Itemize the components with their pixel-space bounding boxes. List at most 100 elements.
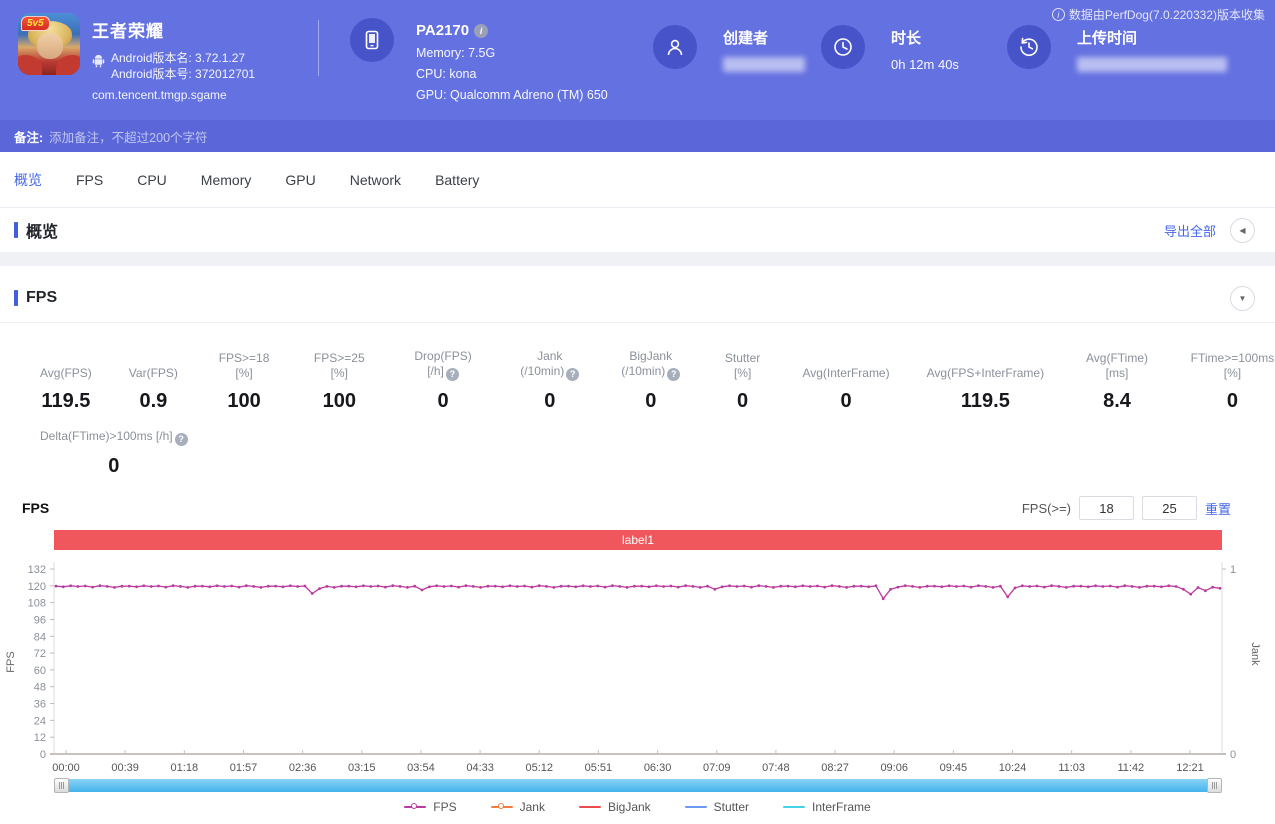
scrollbar-left-handle[interactable] bbox=[54, 778, 69, 793]
question-icon[interactable]: ? bbox=[446, 368, 459, 381]
overview-section-header: 概览 导出全部 ◀ bbox=[0, 208, 1275, 252]
stat-label: BigJank (/10min)? bbox=[619, 349, 683, 381]
stat-label: FPS>=18 [%] bbox=[215, 351, 273, 381]
svg-text:132: 132 bbox=[28, 564, 46, 576]
stat-label: Delta(FTime)>100ms [/h]? bbox=[40, 429, 188, 446]
collapse-fps-button[interactable]: ▼ bbox=[1230, 286, 1255, 311]
stat-fps>=25-: FPS>=25 [%] 100 bbox=[310, 351, 368, 413]
legend-label: Stutter bbox=[714, 800, 749, 814]
duration-value: 0h 12m 40s bbox=[891, 57, 959, 72]
notes-bar[interactable]: 备注: 添加备注，不超过200个字符 bbox=[0, 120, 1275, 152]
svg-text:48: 48 bbox=[34, 682, 46, 694]
creator-label: 创建者 bbox=[723, 27, 805, 48]
tab-Network[interactable]: Network bbox=[350, 172, 401, 188]
perfdog-version-note: i 数据由PerfDog(7.0.220332)版本收集 bbox=[1052, 6, 1265, 23]
svg-text:36: 36 bbox=[34, 699, 46, 711]
tab-FPS[interactable]: FPS bbox=[76, 172, 103, 188]
android-version-name: Android版本名: 3.72.1.27 bbox=[111, 50, 255, 66]
stat-value: 0 bbox=[619, 390, 683, 413]
stat-value: 0 bbox=[405, 390, 480, 413]
stat-avg-fps+interframe-: Avg(FPS+InterFrame)119.5 bbox=[927, 366, 1044, 413]
svg-text:60: 60 bbox=[34, 665, 46, 677]
stat-label: Avg(FTime) [ms] bbox=[1081, 351, 1153, 381]
fps-filter-label: FPS(>=) bbox=[1022, 501, 1071, 516]
tab-Memory[interactable]: Memory bbox=[201, 172, 252, 188]
question-icon[interactable]: ? bbox=[175, 433, 188, 446]
tab-bar: 概览 FPS CPU Memory GPU Network Battery bbox=[0, 152, 1275, 208]
stat-value: 0 bbox=[518, 390, 582, 413]
svg-text:72: 72 bbox=[34, 648, 46, 660]
creator-value-redacted bbox=[723, 57, 805, 72]
device-name: PA2170 bbox=[416, 22, 469, 39]
legend-label: Jank bbox=[520, 800, 545, 814]
legend-item-interframe[interactable]: InterFrame bbox=[783, 800, 871, 814]
stat-label: Avg(FPS+InterFrame) bbox=[927, 366, 1044, 381]
tab-CPU[interactable]: CPU bbox=[137, 172, 167, 188]
stat-value: 8.4 bbox=[1081, 390, 1153, 413]
stat-value: 100 bbox=[310, 390, 368, 413]
fps-section-header: FPS ▼ bbox=[0, 274, 1275, 322]
stat-label: Drop(FPS) [/h]? bbox=[405, 349, 480, 381]
question-icon[interactable]: ? bbox=[667, 368, 680, 381]
user-icon bbox=[664, 36, 686, 58]
svg-text:07:48: 07:48 bbox=[762, 762, 790, 774]
svg-text:FPS: FPS bbox=[5, 651, 17, 672]
svg-text:03:54: 03:54 bbox=[407, 762, 435, 774]
android-icon bbox=[92, 53, 105, 68]
stat-label: FPS>=25 [%] bbox=[310, 351, 368, 381]
stat-label: Stutter [%] bbox=[720, 351, 766, 381]
svg-text:12:21: 12:21 bbox=[1176, 762, 1204, 774]
device-info-icon[interactable]: i bbox=[474, 24, 488, 38]
legend-swatch bbox=[579, 806, 601, 808]
collapse-overview-button[interactable]: ◀ bbox=[1230, 218, 1255, 243]
export-all-link[interactable]: 导出全部 bbox=[1164, 221, 1216, 240]
svg-text:09:45: 09:45 bbox=[940, 762, 968, 774]
stat-fps>=18-: FPS>=18 [%]100 bbox=[215, 351, 273, 413]
legend-swatch bbox=[783, 806, 805, 808]
fps-threshold-min-input[interactable] bbox=[1079, 496, 1134, 520]
svg-text:12: 12 bbox=[34, 732, 46, 744]
legend-label: FPS bbox=[433, 800, 456, 814]
scrollbar-right-handle[interactable] bbox=[1207, 778, 1222, 793]
svg-text:03:15: 03:15 bbox=[348, 762, 376, 774]
stat-label: Jank (/10min)? bbox=[518, 349, 582, 381]
device-gpu: GPU: Qualcomm Adreno (TM) 650 bbox=[416, 88, 608, 102]
5v5-badge: 5v5 bbox=[21, 16, 50, 31]
app-package: com.tencent.tmgp.sgame bbox=[92, 88, 255, 102]
reset-link[interactable]: 重置 bbox=[1205, 499, 1231, 518]
svg-text:120: 120 bbox=[28, 581, 46, 593]
question-icon[interactable]: ? bbox=[566, 368, 579, 381]
svg-text:0: 0 bbox=[40, 749, 46, 761]
svg-text:1: 1 bbox=[1230, 564, 1236, 576]
legend-item-jank[interactable]: Jank bbox=[491, 800, 545, 814]
clock-icon bbox=[832, 36, 854, 58]
legend-swatch bbox=[685, 806, 707, 808]
session-header: i 数据由PerfDog(7.0.220332)版本收集 5v5 王者荣耀 bbox=[0, 0, 1275, 120]
stat-bigjank-10min-: BigJank (/10min)? 0 bbox=[619, 349, 683, 413]
legend-item-stutter[interactable]: Stutter bbox=[685, 800, 749, 814]
stat-value: 0 bbox=[720, 390, 766, 413]
stat-delta-ftime->100ms-h-: Delta(FTime)>100ms [/h]?0 bbox=[40, 429, 188, 478]
chart-range-scrollbar[interactable] bbox=[54, 779, 1222, 792]
duration-block: 时长 0h 12m 40s bbox=[821, 25, 959, 72]
stat-value: 0.9 bbox=[129, 390, 178, 413]
legend-item-bigjank[interactable]: BigJank bbox=[579, 800, 651, 814]
legend-item-fps[interactable]: FPS bbox=[404, 800, 456, 814]
tab-Battery[interactable]: Battery bbox=[435, 172, 479, 188]
svg-text:10:24: 10:24 bbox=[999, 762, 1027, 774]
svg-text:06:30: 06:30 bbox=[644, 762, 672, 774]
overview-title: 概览 bbox=[26, 218, 58, 242]
tab-概览[interactable]: 概览 bbox=[14, 170, 42, 190]
svg-text:24: 24 bbox=[34, 715, 46, 727]
tab-GPU[interactable]: GPU bbox=[285, 172, 315, 188]
fps-stats-row2: Delta(FTime)>100ms [/h]?0 bbox=[0, 413, 1275, 478]
fps-threshold-max-input[interactable] bbox=[1142, 496, 1197, 520]
stat-avg-interframe-: Avg(InterFrame)0 bbox=[802, 366, 889, 413]
legend-marker-dot bbox=[498, 803, 504, 809]
device-cpu: CPU: kona bbox=[416, 67, 608, 81]
stat-label: Var(FPS) bbox=[129, 366, 178, 381]
svg-text:96: 96 bbox=[34, 614, 46, 626]
info-icon: i bbox=[1052, 8, 1065, 21]
fps-line-chart[interactable]: 0122436486072849610812013201FPSJank00:00… bbox=[0, 554, 1275, 779]
header-divider bbox=[318, 20, 319, 76]
